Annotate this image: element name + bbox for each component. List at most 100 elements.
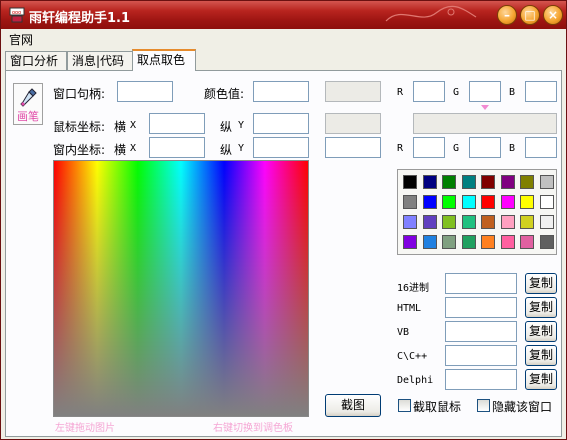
palette-swatch[interactable] — [422, 215, 437, 229]
format-value-field[interactable] — [445, 369, 517, 390]
tab-window-analysis[interactable]: 窗口分析 — [5, 51, 67, 71]
palette-swatch[interactable] — [461, 215, 476, 229]
hide-window-checkbox[interactable] — [477, 399, 490, 412]
palette-swatch[interactable] — [500, 215, 515, 229]
palette-swatch[interactable] — [442, 215, 456, 229]
color-preview-box-3 — [413, 113, 557, 134]
palette-swatch[interactable] — [422, 195, 437, 209]
palette-swatch[interactable] — [539, 235, 554, 249]
format-label: C\C++ — [397, 351, 428, 362]
g-field-1[interactable] — [469, 81, 501, 102]
palette-swatch[interactable] — [481, 195, 495, 209]
copy-button[interactable]: 复制 — [525, 297, 557, 318]
palette-swatch[interactable] — [403, 175, 417, 189]
palette-swatch[interactable] — [500, 175, 515, 189]
copy-button[interactable]: 复制 — [525, 273, 557, 294]
tab-pick-color[interactable]: 取点取色 — [132, 49, 196, 71]
g-label-1: G — [453, 87, 460, 98]
capture-mouse-checkbox[interactable] — [398, 399, 411, 412]
close-button[interactable]: × — [543, 5, 563, 25]
palette-swatch[interactable] — [520, 235, 534, 249]
palette-swatch[interactable] — [461, 175, 476, 189]
copy-button[interactable]: 复制 — [525, 321, 557, 342]
format-label: VB — [397, 327, 410, 338]
horizontal-label-2: 横 — [114, 143, 127, 157]
mouse-x-field[interactable] — [149, 113, 205, 134]
vertical-label: 纵 — [220, 120, 233, 134]
b-field-1[interactable] — [525, 81, 557, 102]
palette-swatch[interactable] — [442, 175, 456, 189]
r-label-2: R — [397, 143, 404, 154]
x-label: X — [130, 120, 137, 131]
r-field-1[interactable] — [413, 81, 445, 102]
color-preview-box-2 — [325, 113, 381, 134]
window-handle-label: 窗口句柄: — [53, 87, 106, 101]
palette-swatch[interactable] — [403, 215, 417, 229]
palette-swatch[interactable] — [520, 175, 534, 189]
hide-window-label: 隐藏该窗口 — [492, 400, 553, 414]
menu-bar: 官网 — [1, 29, 566, 47]
g-field-2[interactable] — [469, 137, 501, 158]
color-value-field-2[interactable] — [325, 137, 381, 158]
palette-swatch[interactable] — [481, 235, 495, 249]
color-preview-box — [325, 81, 381, 102]
r-field-2[interactable] — [413, 137, 445, 158]
maximize-button[interactable]: □ — [520, 5, 540, 25]
title-bar[interactable]: ooo 雨轩编程助手1.1 – □ × — [1, 1, 566, 29]
hint-left-drag: 左键拖动图片 — [55, 423, 115, 434]
palette-swatch[interactable] — [442, 195, 456, 209]
color-value-label: 颜色值: — [204, 87, 245, 101]
copy-button[interactable]: 复制 — [525, 345, 557, 366]
window-handle-field[interactable] — [117, 81, 173, 102]
palette-swatch[interactable] — [539, 195, 554, 209]
format-value-field[interactable] — [445, 273, 517, 294]
capture-mouse-label: 截取鼠标 — [413, 400, 462, 414]
tab-message-code[interactable]: 消息|代码 — [67, 51, 133, 71]
palette-swatch[interactable] — [422, 235, 437, 249]
app-icon: ooo — [9, 7, 25, 23]
format-value-field[interactable] — [445, 345, 517, 366]
palette-swatch[interactable] — [500, 195, 515, 209]
palette-swatch[interactable] — [403, 195, 417, 209]
screenshot-button[interactable]: 截图 — [325, 394, 381, 417]
palette-swatch[interactable] — [539, 175, 554, 189]
mouse-coord-label: 鼠标坐标: — [53, 120, 106, 134]
palette-swatch[interactable] — [403, 235, 417, 249]
menu-item-website[interactable]: 官网 — [9, 31, 33, 48]
minimize-button[interactable]: – — [497, 5, 517, 25]
y-label: Y — [238, 120, 245, 131]
hint-right-switch: 右键切换到调色板 — [213, 423, 293, 434]
copy-button[interactable]: 复制 — [525, 369, 557, 390]
marker-arrow-icon — [481, 105, 489, 110]
vertical-label-2: 纵 — [220, 143, 233, 157]
color-spectrum-picker[interactable] — [53, 160, 309, 417]
palette-swatch[interactable] — [461, 195, 476, 209]
palette-swatch[interactable] — [422, 175, 437, 189]
b-field-2[interactable] — [525, 137, 557, 158]
format-value-field[interactable] — [445, 321, 517, 342]
palette-swatch[interactable] — [520, 195, 534, 209]
color-palette — [397, 169, 557, 255]
palette-swatch[interactable] — [539, 215, 554, 229]
pen-tool-button[interactable]: 画笔 — [13, 83, 43, 125]
palette-swatch[interactable] — [461, 235, 476, 249]
palette-swatch[interactable] — [500, 235, 515, 249]
format-value-field[interactable] — [445, 297, 517, 318]
win-y-field[interactable] — [253, 137, 309, 158]
color-value-field[interactable] — [253, 81, 309, 102]
y-label-2: Y — [238, 143, 245, 154]
palette-swatch[interactable] — [481, 215, 495, 229]
b-label-2: B — [509, 143, 516, 154]
in-window-coord-label: 窗内坐标: — [53, 143, 106, 157]
pen-tool-label: 画笔 — [17, 110, 39, 123]
palette-swatch[interactable] — [442, 235, 456, 249]
b-label-1: B — [509, 87, 516, 98]
win-x-field[interactable] — [149, 137, 205, 158]
format-label: Delphi — [397, 375, 434, 386]
mouse-y-field[interactable] — [253, 113, 309, 134]
app-window: ooo 雨轩编程助手1.1 – □ × 官网 窗口分析 消息|代码 取点取色 画… — [0, 0, 567, 440]
palette-swatch[interactable] — [520, 215, 534, 229]
window-title: 雨轩编程助手1.1 — [29, 11, 131, 26]
format-label: HTML — [397, 303, 422, 314]
palette-swatch[interactable] — [481, 175, 495, 189]
